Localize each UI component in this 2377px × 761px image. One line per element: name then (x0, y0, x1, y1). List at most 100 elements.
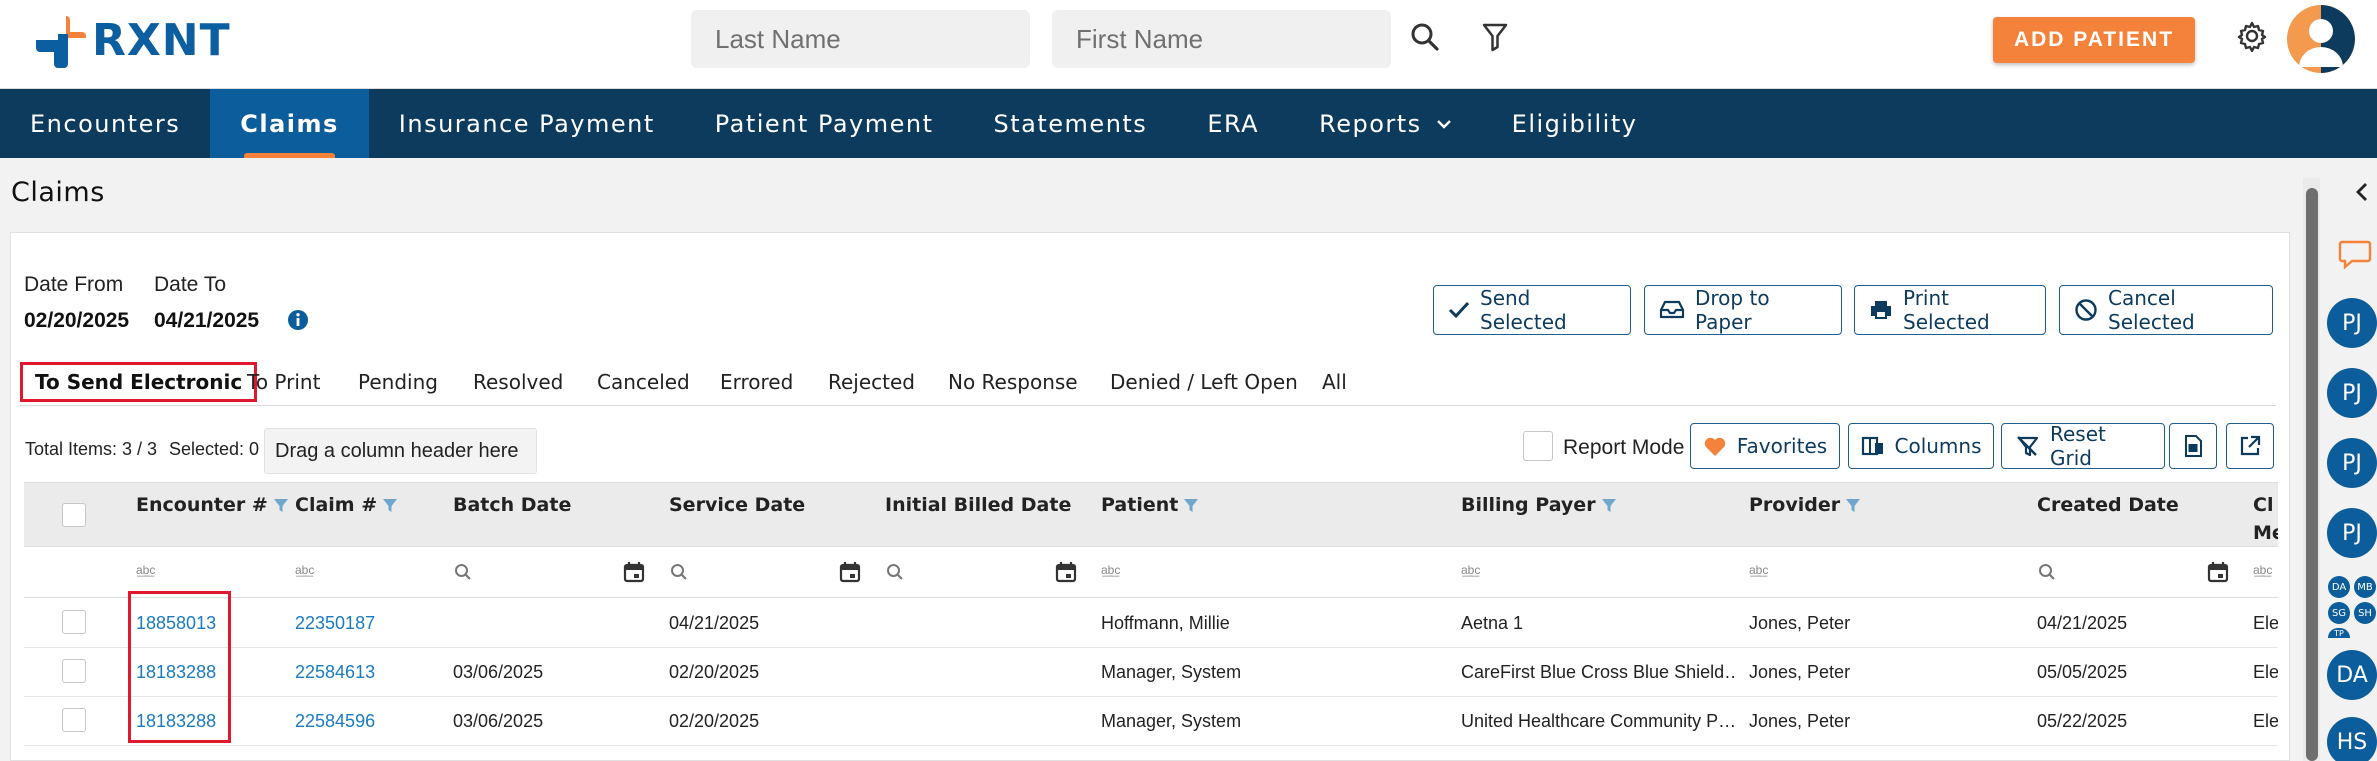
tab-pending[interactable]: Pending (358, 362, 438, 402)
tab-canceled[interactable]: Canceled (597, 362, 690, 402)
chevron-left-icon[interactable] (2350, 178, 2374, 206)
tab-to-send-electronic[interactable]: To Send Electronic (20, 362, 258, 402)
text-filter-icon[interactable]: a͟b͟c (1461, 563, 1480, 577)
search-icon[interactable] (670, 563, 688, 581)
encounter-number-link[interactable]: 18858013 (136, 613, 216, 634)
tab-to-print[interactable]: To Print (247, 362, 320, 402)
rail-avatar-badge[interactable]: PJ (2327, 368, 2377, 418)
text-filter-icon[interactable]: a͟b͟c (295, 563, 314, 577)
report-mode-checkbox[interactable] (1523, 431, 1553, 461)
rail-mini-badge[interactable]: SH (2354, 602, 2376, 624)
rail-mini-badge[interactable]: SG (2328, 602, 2350, 624)
user-avatar[interactable] (2287, 5, 2355, 73)
claim-number-link[interactable]: 22584613 (295, 662, 375, 683)
calendar-icon[interactable] (839, 561, 861, 583)
select-all-checkbox[interactable] (62, 503, 86, 527)
created-date-cell: 05/22/2025 (2037, 711, 2128, 731)
nav-eligibility[interactable]: Eligibility (1482, 89, 1668, 158)
encounter-number-link[interactable]: 18183288 (136, 711, 216, 732)
button-label: Columns (1894, 434, 1982, 458)
row-checkbox[interactable] (62, 708, 86, 732)
calendar-icon[interactable] (623, 561, 645, 583)
search-icon[interactable] (2038, 563, 2056, 581)
nav-encounters[interactable]: Encounters (0, 89, 210, 158)
rail-avatar-badge[interactable]: PJ (2327, 508, 2377, 558)
column-header-claim[interactable]: Claim # (295, 491, 399, 519)
row-checkbox[interactable] (62, 659, 86, 683)
table-row[interactable]: 18183288 22584596 03/06/2025 02/20/2025 … (24, 697, 2278, 746)
column-header-initial-billed-date[interactable]: Initial Billed Date (885, 491, 1071, 519)
gear-icon[interactable] (2234, 18, 2270, 54)
columns-button[interactable]: Columns (1848, 423, 1994, 469)
date-to-label: Date To (154, 273, 226, 296)
column-filter-icon[interactable] (381, 496, 399, 514)
nav-claims[interactable]: Claims (210, 89, 369, 158)
cancel-selected-button[interactable]: Cancel Selected (2059, 285, 2273, 335)
group-by-drop-zone[interactable]: Drag a column header here (264, 428, 537, 474)
rail-avatar-badge[interactable]: PJ (2327, 298, 2377, 348)
column-header-service-date[interactable]: Service Date (669, 491, 805, 519)
text-filter-icon[interactable]: a͟b͟c (1101, 563, 1120, 577)
tab-resolved[interactable]: Resolved (473, 362, 563, 402)
date-from-value[interactable]: 02/20/2025 (24, 309, 129, 333)
tab-no-response[interactable]: No Response (948, 362, 1078, 402)
column-header-batch-date[interactable]: Batch Date (453, 491, 571, 519)
column-header-encounter[interactable]: Encounter # (136, 491, 290, 519)
button-label: Favorites (1736, 434, 1828, 458)
export-button[interactable] (2226, 423, 2274, 469)
column-header-created-date[interactable]: Created Date (2037, 491, 2179, 519)
table-row[interactable]: 18858013 22350187 04/21/2025 Hoffmann, M… (24, 599, 2278, 648)
reset-grid-button[interactable]: Reset Grid (2001, 422, 2165, 470)
export-excel-button[interactable] (2169, 423, 2217, 469)
first-name-input[interactable] (1052, 10, 1391, 68)
row-checkbox[interactable] (62, 610, 86, 634)
rail-mini-badge[interactable]: MB (2354, 576, 2376, 598)
column-header-provider[interactable]: Provider (1749, 491, 1862, 519)
column-header-claim-method[interactable]: Cl Me (2253, 491, 2278, 547)
nav-statements[interactable]: Statements (964, 89, 1178, 158)
text-filter-icon[interactable]: a͟b͟c (2253, 563, 2272, 577)
claim-number-link[interactable]: 22350187 (295, 613, 375, 634)
last-name-input[interactable] (691, 10, 1030, 68)
date-to-value[interactable]: 04/21/2025 (154, 309, 259, 333)
tab-denied-left-open[interactable]: Denied / Left Open (1110, 362, 1298, 402)
calendar-icon[interactable] (2207, 561, 2229, 583)
search-icon[interactable] (886, 563, 904, 581)
calendar-icon[interactable] (1055, 561, 1077, 583)
filter-funnel-icon[interactable] (1476, 18, 1514, 56)
claim-number-link[interactable]: 22584596 (295, 711, 375, 732)
vertical-scrollbar-thumb[interactable] (2306, 188, 2318, 761)
column-header-billing-payer[interactable]: Billing Payer (1461, 491, 1618, 519)
nav-patient-payment[interactable]: Patient Payment (685, 89, 964, 158)
rxnt-logo[interactable]: RXNT (32, 12, 231, 68)
search-icon[interactable] (1406, 18, 1444, 56)
tab-all[interactable]: All (1322, 362, 1347, 402)
rail-avatar-badge[interactable]: HS (2327, 717, 2377, 761)
send-selected-button[interactable]: Send Selected (1433, 285, 1631, 335)
table-row[interactable]: 18183288 22584613 03/06/2025 02/20/2025 … (24, 648, 2278, 697)
nav-insurance-payment[interactable]: Insurance Payment (369, 89, 685, 158)
column-filter-icon[interactable] (1844, 496, 1862, 514)
favorites-button[interactable]: Favorites (1690, 423, 1840, 469)
nav-reports[interactable]: Reports (1289, 89, 1482, 158)
date-from-label: Date From (24, 273, 124, 296)
nav-era[interactable]: ERA (1177, 89, 1289, 158)
tab-rejected[interactable]: Rejected (828, 362, 915, 402)
info-icon[interactable] (286, 308, 310, 332)
text-filter-icon[interactable]: a͟b͟c (1749, 563, 1768, 577)
text-filter-icon[interactable]: a͟b͟c (136, 563, 155, 577)
chat-icon[interactable] (2337, 236, 2373, 272)
search-icon[interactable] (454, 563, 472, 581)
rail-mini-badge[interactable]: DA (2328, 576, 2350, 598)
tab-errored[interactable]: Errored (720, 362, 793, 402)
column-filter-icon[interactable] (1182, 496, 1200, 514)
drop-to-paper-button[interactable]: Drop to Paper (1644, 285, 1842, 335)
add-patient-button[interactable]: ADD PATIENT (1993, 17, 2195, 63)
print-selected-button[interactable]: Print Selected (1854, 285, 2046, 335)
rail-avatar-badge[interactable]: PJ (2327, 438, 2377, 488)
column-header-patient[interactable]: Patient (1101, 491, 1200, 519)
encounter-number-link[interactable]: 18183288 (136, 662, 216, 683)
column-filter-icon[interactable] (1600, 496, 1618, 514)
rail-avatar-badge[interactable]: DA (2327, 650, 2377, 700)
column-filter-icon[interactable] (272, 496, 290, 514)
